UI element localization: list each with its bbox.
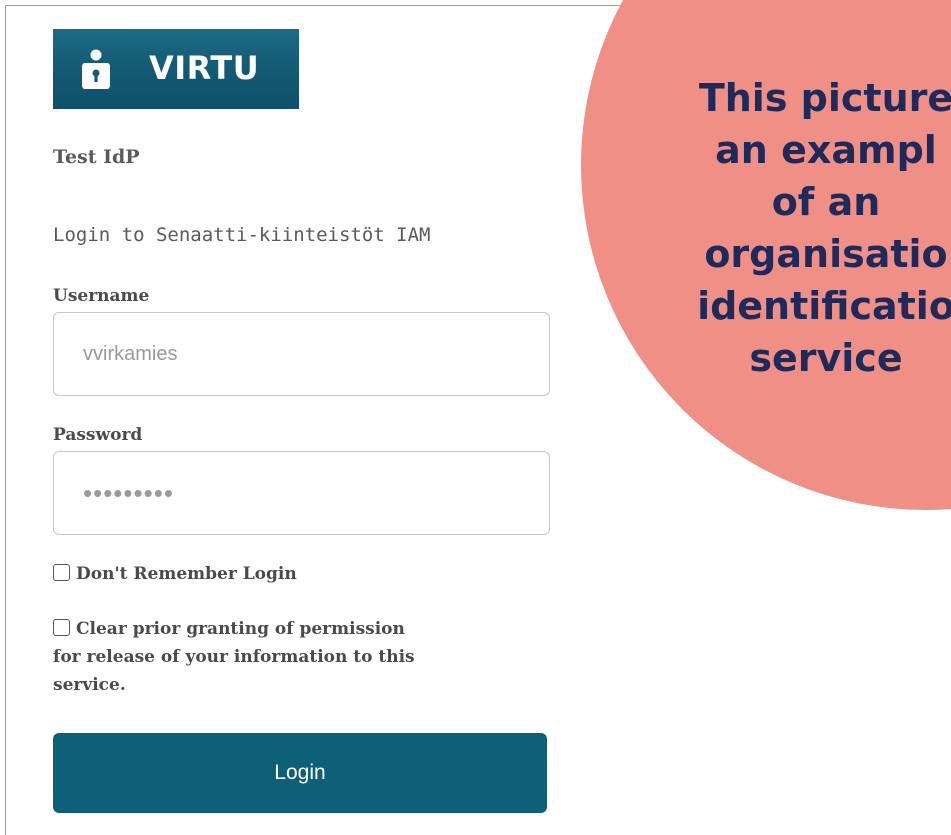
virtu-logo: VIRTU: [53, 29, 299, 109]
username-input[interactable]: [53, 312, 550, 396]
login-button[interactable]: Login: [53, 733, 547, 813]
password-label: Password: [53, 425, 143, 445]
person-keyhole-icon: [82, 49, 110, 89]
clear-consent-label: Clear prior granting of permission for r…: [53, 619, 415, 695]
callout-line: of an: [771, 180, 881, 224]
dont-remember-login-option[interactable]: Don't Remember Login: [53, 560, 297, 588]
logo-text: VIRTU: [149, 49, 260, 87]
login-subtitle: Login to Senaatti-kiinteistöt IAM: [53, 224, 431, 246]
callout-line: service: [749, 336, 903, 380]
callout-text: This picture an exampl of an organisatio…: [600, 72, 951, 384]
clear-consent-checkbox[interactable]: [53, 619, 70, 636]
login-page: VIRTU Test IdP Login to Senaatti-kiintei…: [0, 0, 951, 835]
callout-line: organisatio: [704, 232, 948, 276]
dont-remember-login-label: Don't Remember Login: [76, 564, 297, 584]
callout-line: an exampl: [715, 128, 937, 172]
callout-line: This picture: [698, 76, 951, 120]
password-input[interactable]: [53, 451, 550, 535]
dont-remember-login-checkbox[interactable]: [53, 564, 70, 581]
clear-consent-option[interactable]: Clear prior granting of permission for r…: [53, 615, 433, 699]
idp-title: Test IdP: [53, 146, 140, 168]
username-label: Username: [53, 286, 150, 306]
callout-line: identificatio: [697, 284, 951, 328]
